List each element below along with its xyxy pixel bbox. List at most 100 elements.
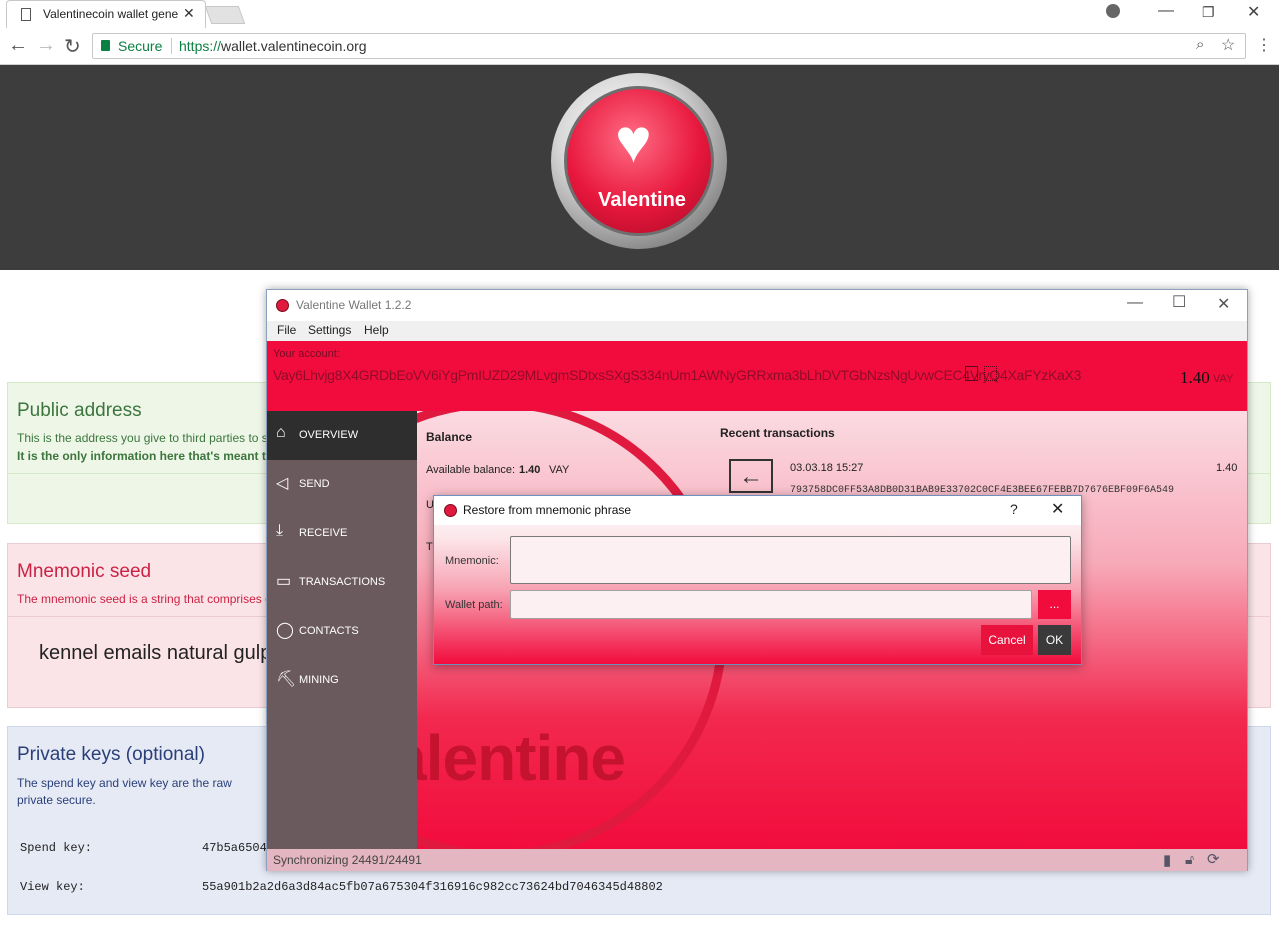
wallet-path-input[interactable] <box>510 590 1032 619</box>
panel-title: Public address <box>17 400 142 421</box>
partial-label-t: T <box>426 541 433 553</box>
nav-mining[interactable]: ⛏ MINING <box>267 656 417 705</box>
minimize-icon[interactable]: — <box>1158 2 1174 20</box>
transaction-date: 03.03.18 15:27 <box>790 462 864 474</box>
available-balance-currency: VAY <box>549 464 570 476</box>
account-label: Your account: <box>273 348 340 360</box>
mnemonic-input[interactable] <box>510 536 1071 584</box>
available-balance-value: 1.40 <box>519 464 541 476</box>
status-bar: Synchronizing 24491/24491 ▮ 🔓︎ ⟳ <box>267 849 1247 871</box>
account-header: Your account: Vay6Lhvjg8X4GRDbEoVV6iYgPm… <box>267 341 1247 411</box>
nav-label: TRANSACTIONS <box>299 576 386 588</box>
panel-title: Private keys (optional) <box>17 744 205 765</box>
close-tab-icon[interactable]: ✕ <box>183 5 195 22</box>
view-key-label: View key: <box>20 880 85 894</box>
qr-code-icon[interactable] <box>984 366 997 381</box>
bookmark-star-icon[interactable]: ☆ <box>1221 35 1235 55</box>
menu-file[interactable]: File <box>277 323 296 337</box>
panel-desc-bold: It is the only information here that's m… <box>17 449 266 463</box>
divider <box>171 38 172 54</box>
recent-transactions-heading: Recent transactions <box>720 426 835 440</box>
sync-icon: ⟳ <box>1207 851 1220 868</box>
url-scheme: https:// <box>179 38 222 54</box>
close-icon[interactable]: ✕ <box>1217 294 1230 314</box>
panel-desc: The spend key and view key are the raw p… <box>17 776 232 807</box>
zoom-icon[interactable]: ⌕ <box>1196 36 1204 53</box>
address-bar[interactable]: Secure https://wallet.valentinecoin.org … <box>92 33 1246 59</box>
menu-settings[interactable]: Settings <box>308 323 351 337</box>
wallet-sidebar: ⌂ OVERVIEW ◁ SEND ⤓ RECEIVE ▭ TRANSACTIO… <box>267 411 417 849</box>
copy-icon[interactable] <box>965 366 978 381</box>
browser-tab[interactable]: Valentinecoin wallet gene ✕ <box>6 0 206 28</box>
secure-label: Secure <box>118 38 163 54</box>
valentine-app-icon <box>444 504 457 517</box>
dialog-title: Restore from mnemonic phrase <box>463 503 632 517</box>
help-button[interactable]: ? <box>1010 501 1018 517</box>
restore-mnemonic-dialog: Restore from mnemonic phrase ? ✕ Mnemoni… <box>433 495 1082 665</box>
logo-text: Valentine <box>598 189 686 211</box>
menu-kebab-icon[interactable]: ⋮ <box>1256 35 1272 55</box>
nav-transactions[interactable]: ▭ TRANSACTIONS <box>267 558 417 607</box>
restore-icon[interactable]: ❐ <box>1202 4 1215 21</box>
signal-bars-icon: ▮ <box>1163 852 1172 869</box>
profile-icon[interactable] <box>1106 4 1120 18</box>
person-icon: ◯ <box>276 622 294 639</box>
browser-tab-bar: Valentinecoin wallet gene ✕ — ❐ ✕ <box>0 0 1279 28</box>
valentine-app-icon <box>276 299 289 312</box>
panel-desc: The mnemonic seed is a string that compr… <box>17 592 272 606</box>
nav-contacts[interactable]: ◯ CONTACTS <box>267 607 417 656</box>
logo-inner-circle: ♥ Valentine <box>564 86 714 236</box>
tab-title: Valentinecoin wallet gene <box>43 7 179 21</box>
panel-title: Mnemonic seed <box>17 561 152 582</box>
cancel-button[interactable]: Cancel <box>981 625 1033 655</box>
home-icon: ⌂ <box>276 424 286 441</box>
browse-button[interactable]: ... <box>1038 590 1071 619</box>
panel-desc: This is the address you give to third pa… <box>17 431 268 445</box>
close-icon[interactable]: ✕ <box>1051 499 1064 519</box>
dialog-titlebar: Restore from mnemonic phrase ? ✕ <box>434 496 1081 525</box>
transaction-amount: 1.40 <box>1216 462 1238 474</box>
view-key-value[interactable]: 55a901b2a2d6a3d84ac5fb07a675304f316916c9… <box>202 880 663 894</box>
nav-receive[interactable]: ⤓ RECEIVE <box>267 509 417 558</box>
account-address[interactable]: Vay6Lhvjg8X4GRDbEoVV6iYgPmIUZD29MLvgmSDt… <box>273 367 1081 383</box>
lock-icon <box>101 40 110 51</box>
incoming-transaction-icon: ← <box>729 459 773 493</box>
back-icon[interactable]: ← <box>8 34 28 57</box>
forward-icon[interactable]: → <box>36 34 56 57</box>
pickaxe-icon: ⛏ <box>276 671 297 688</box>
nav-overview[interactable]: ⌂ OVERVIEW <box>267 411 417 460</box>
unlock-icon[interactable]: 🔓︎ <box>1185 851 1194 868</box>
close-window-icon[interactable]: ✕ <box>1247 2 1260 22</box>
account-balance: 1.40 <box>1180 368 1210 387</box>
spend-key-label: Spend key: <box>20 841 93 855</box>
wallet-menubar: File Settings Help <box>267 321 1247 341</box>
url-host: wallet.valentinecoin.org <box>221 38 367 54</box>
mnemonic-label: Mnemonic: <box>445 555 499 567</box>
nav-label: MINING <box>299 674 339 686</box>
sync-status: Synchronizing 24491/24491 <box>273 853 422 867</box>
valentine-logo: ♥ Valentine <box>551 73 727 249</box>
heart-icon: ♥ <box>615 107 652 176</box>
menu-help[interactable]: Help <box>364 323 389 337</box>
watermark-text: Valentine <box>417 722 626 794</box>
inbox-icon: ▭ <box>276 573 292 590</box>
minimize-icon[interactable]: — <box>1127 294 1143 312</box>
nav-label: SEND <box>299 478 330 490</box>
ok-button[interactable]: OK <box>1038 625 1071 655</box>
spend-key-value[interactable]: 47b5a6504 <box>202 841 267 855</box>
available-balance-label: Available balance: <box>426 464 516 476</box>
document-icon <box>21 8 31 21</box>
wallet-path-label: Wallet path: <box>445 599 503 611</box>
wallet-title: Valentine Wallet 1.2.2 <box>296 298 412 312</box>
nav-label: RECEIVE <box>299 527 348 539</box>
nav-label: OVERVIEW <box>299 429 359 441</box>
maximize-icon[interactable]: ☐ <box>1172 292 1186 312</box>
mnemonic-words[interactable]: kennel emails natural gulp <box>39 642 271 665</box>
wallet-titlebar: Valentine Wallet 1.2.2 — ☐ ✕ <box>267 290 1247 321</box>
nav-send[interactable]: ◁ SEND <box>267 460 417 509</box>
send-icon: ◁ <box>276 475 289 492</box>
new-tab-button[interactable] <box>204 6 246 24</box>
url-text: https://wallet.valentinecoin.org <box>179 38 367 54</box>
reload-icon[interactable]: ↻ <box>64 34 81 59</box>
receive-icon: ⤓ <box>276 522 284 539</box>
